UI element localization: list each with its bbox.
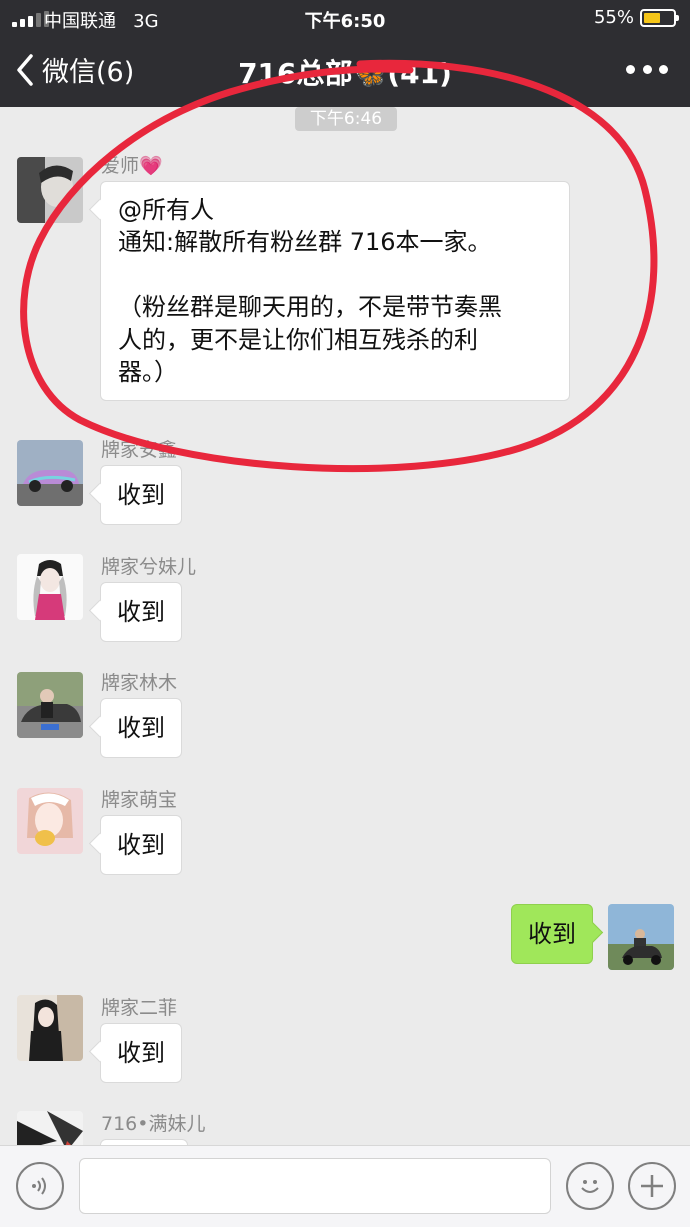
sender-name: 牌家萌宝 <box>101 789 178 811</box>
message-bubble[interactable]: 收到 <box>100 465 182 526</box>
sender-name: 716•满妹儿 <box>101 1113 206 1135</box>
top-bar: 中国联通 3G 下午6:50 55% 微信(6) 716总部🦋(41) <box>0 0 690 107</box>
message-bubble[interactable]: 收到 <box>100 698 182 759</box>
message-bubble[interactable]: 收到 <box>100 815 182 876</box>
message-text: 收到 <box>117 598 165 626</box>
sender-name: 牌家林木 <box>101 672 178 694</box>
message-bubble[interactable]: 收到 <box>100 1023 182 1084</box>
message-text: 收到 <box>117 1039 165 1067</box>
message-text: @所有人 <box>118 196 214 224</box>
chat-area[interactable]: 下午6:46 爱师💗 @所有人 通知:解散所有粉丝群 716本一家。 （粉丝群是… <box>0 107 690 1145</box>
avatar[interactable] <box>17 554 83 620</box>
message-bubble[interactable]: 收到 <box>100 582 182 643</box>
chat-timestamp: 下午6:46 <box>295 107 397 131</box>
message-bubble[interactable]: @所有人 通知:解散所有粉丝群 716本一家。 （粉丝群是聊天用的，不是带节奏黑… <box>100 181 570 402</box>
status-time: 下午6:50 <box>304 11 386 32</box>
message-text <box>118 259 552 291</box>
message-text: 通知:解散所有粉丝群 716本一家。 <box>118 228 492 257</box>
avatar[interactable] <box>17 995 83 1061</box>
message-text: 收到 <box>528 920 576 948</box>
message-text: 收到 <box>117 481 165 509</box>
emoji-button[interactable] <box>566 1162 614 1210</box>
voice-icon <box>32 1177 46 1195</box>
message-text: 收到 <box>117 831 165 859</box>
battery-icon <box>640 9 679 27</box>
my-message-bubble[interactable]: 收到 <box>511 904 593 965</box>
message-text: 器。） <box>118 357 178 386</box>
sender-name: 爱师💗 <box>101 155 163 177</box>
message-text: 人的，更不是让你们相互残杀的利 <box>118 325 478 354</box>
sender-name: 牌家安鑫 <box>101 439 178 461</box>
my-avatar[interactable] <box>608 904 674 970</box>
avatar[interactable] <box>17 1111 83 1145</box>
voice-button[interactable] <box>16 1162 64 1210</box>
battery-percentage: 55% <box>593 7 634 28</box>
avatar[interactable] <box>17 440 83 506</box>
message-text: 收到 <box>117 714 165 742</box>
message-input[interactable] <box>79 1158 551 1214</box>
sender-name: 牌家兮妹儿 <box>101 556 197 578</box>
navigation-bar: 微信(6) 716总部🦋(41) <box>0 36 690 107</box>
input-bar <box>0 1145 690 1227</box>
avatar[interactable] <box>17 157 83 223</box>
more-dots-icon[interactable] <box>626 54 668 84</box>
sender-name: 牌家二菲 <box>101 997 178 1019</box>
add-button[interactable] <box>628 1162 676 1210</box>
avatar[interactable] <box>17 788 83 854</box>
emoji-icon <box>581 1180 599 1193</box>
plus-icon <box>641 1175 663 1197</box>
avatar[interactable] <box>17 672 83 738</box>
message-text: （粉丝群是聊天用的，不是带节奏黑 <box>118 293 502 322</box>
chat-title: 716总部🦋(41) <box>238 57 452 90</box>
status-bar: 中国联通 3G 下午6:50 55% <box>0 0 690 36</box>
